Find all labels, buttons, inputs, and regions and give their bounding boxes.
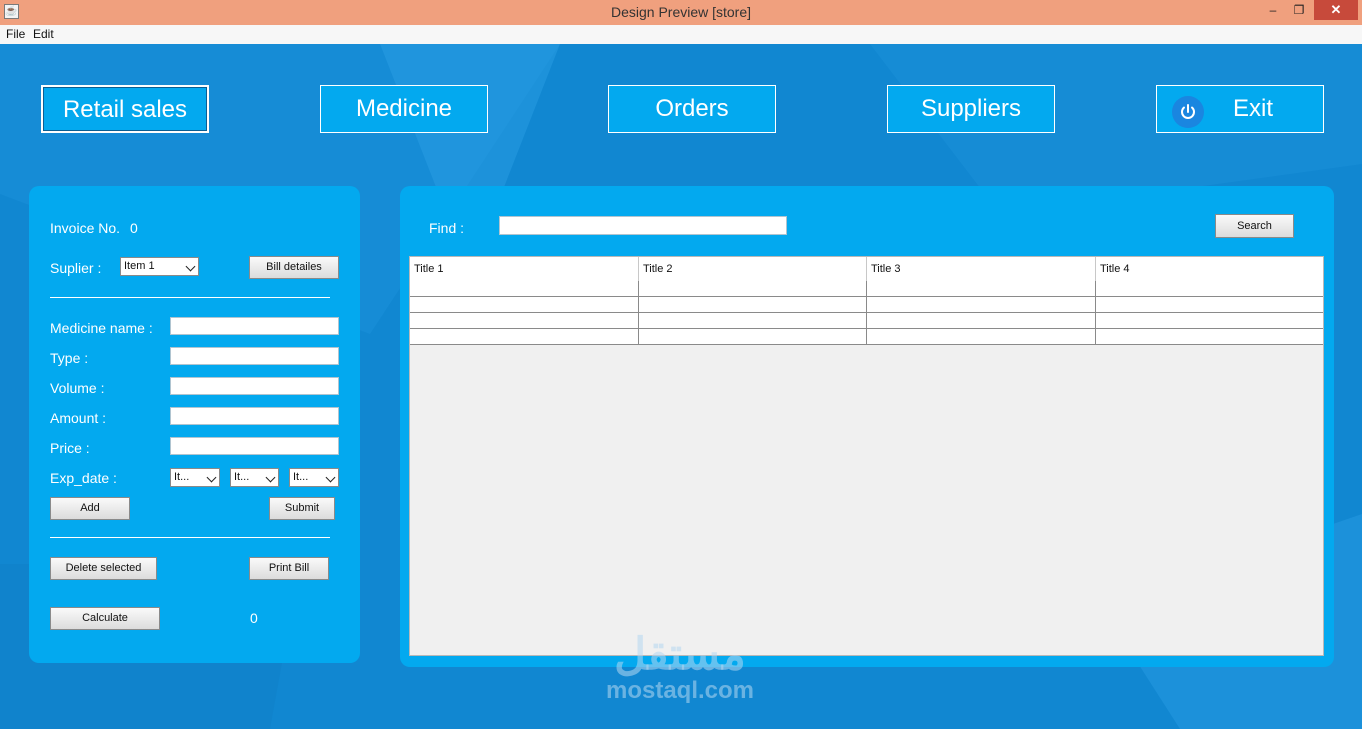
price-label: Price :	[50, 440, 90, 456]
nav-orders-button[interactable]: Orders	[608, 85, 776, 133]
invoice-label: Invoice No.	[50, 220, 121, 236]
chevron-down-icon	[325, 472, 336, 483]
type-label: Type :	[50, 350, 89, 366]
exit-label: Exit	[1233, 95, 1274, 122]
column-header[interactable]: Title 3	[867, 257, 1096, 281]
invoice-panel: Invoice No. 0 Suplier : Item 1 Bill deta…	[29, 186, 360, 663]
divider	[50, 537, 330, 538]
medicine-name-label: Medicine name :	[50, 320, 153, 336]
table-row[interactable]	[410, 297, 1323, 313]
table-cell[interactable]	[867, 297, 1096, 312]
exp-day-value: It...	[174, 471, 190, 483]
nav-medicine-button[interactable]: Medicine	[320, 85, 488, 133]
amount-label: Amount :	[50, 410, 107, 426]
supplier-select[interactable]: Item 1	[120, 257, 199, 276]
search-panel: Find : Search Title 1 Title 2 Title 3 Ti…	[400, 186, 1334, 667]
table-row[interactable]	[410, 313, 1323, 329]
title-bar: ☕ Design Preview [store] – ❐ ✕	[0, 0, 1362, 25]
supplier-select-value: Item 1	[124, 260, 155, 272]
table-cell[interactable]	[639, 329, 867, 344]
table-cell[interactable]	[1096, 313, 1323, 328]
exp-date-label: Exp_date :	[50, 470, 117, 486]
medicine-name-field[interactable]	[170, 317, 339, 335]
chevron-down-icon	[265, 472, 276, 483]
supplier-label: Suplier :	[50, 260, 102, 276]
table-cell[interactable]	[639, 297, 867, 312]
table-cell[interactable]	[410, 329, 639, 344]
power-icon	[1172, 96, 1204, 128]
table-cell[interactable]	[867, 281, 1096, 296]
volume-label: Volume :	[50, 380, 105, 396]
table-cell[interactable]	[639, 281, 867, 296]
menu-file[interactable]: File	[6, 27, 25, 41]
table-cell[interactable]	[410, 313, 639, 328]
exp-day-select[interactable]: It...	[170, 468, 220, 487]
table-header: Title 1 Title 2 Title 3 Title 4	[410, 257, 1323, 282]
chevron-down-icon	[206, 472, 217, 483]
delete-selected-button[interactable]: Delete selected	[50, 557, 157, 580]
column-header[interactable]: Title 2	[639, 257, 867, 281]
calculate-button[interactable]: Calculate	[50, 607, 160, 630]
amount-field[interactable]	[170, 407, 339, 425]
results-table: Title 1 Title 2 Title 3 Title 4	[409, 256, 1324, 656]
exp-month-value: It...	[234, 471, 250, 483]
chevron-down-icon	[185, 261, 196, 272]
column-header[interactable]: Title 4	[1096, 257, 1323, 281]
nav-exit-button[interactable]: Exit	[1156, 85, 1324, 133]
search-button[interactable]: Search	[1215, 214, 1294, 238]
add-button[interactable]: Add	[50, 497, 130, 520]
find-label: Find :	[429, 220, 465, 236]
table-cell[interactable]	[867, 329, 1096, 344]
nav-suppliers-button[interactable]: Suppliers	[887, 85, 1055, 133]
column-header[interactable]: Title 1	[410, 257, 639, 281]
calculate-result: 0	[250, 610, 258, 626]
menu-bar: File Edit	[0, 25, 1362, 44]
maximize-button[interactable]: ❐	[1288, 0, 1310, 20]
table-cell[interactable]	[867, 313, 1096, 328]
find-input[interactable]	[499, 216, 787, 235]
table-cell[interactable]	[1096, 329, 1323, 344]
table-cell[interactable]	[410, 297, 639, 312]
table-cell[interactable]	[639, 313, 867, 328]
watermark-arabic: مستقل	[614, 630, 746, 679]
bill-details-button[interactable]: Bill detailes	[249, 256, 339, 279]
close-button[interactable]: ✕	[1314, 0, 1358, 20]
invoice-number: 0	[130, 220, 138, 236]
window-title: Design Preview [store]	[610, 4, 752, 20]
exp-year-value: It...	[293, 471, 309, 483]
main-canvas: Retail sales Medicine Orders Suppliers E…	[0, 44, 1362, 729]
type-field[interactable]	[170, 347, 339, 365]
watermark-latin: mostaql.com	[605, 677, 755, 704]
price-field[interactable]	[170, 437, 339, 455]
table-cell[interactable]	[1096, 281, 1323, 296]
watermark: مستقل mostaql.com	[580, 632, 780, 704]
volume-field[interactable]	[170, 377, 339, 395]
table-cell[interactable]	[1096, 297, 1323, 312]
menu-edit[interactable]: Edit	[33, 27, 54, 41]
nav-retail-sales-button[interactable]: Retail sales	[41, 85, 209, 133]
exp-month-select[interactable]: It...	[230, 468, 279, 487]
table-row[interactable]	[410, 281, 1323, 297]
exp-year-select[interactable]: It...	[289, 468, 339, 487]
minimize-button[interactable]: –	[1262, 0, 1284, 20]
table-row[interactable]	[410, 329, 1323, 345]
divider	[50, 297, 330, 298]
print-bill-button[interactable]: Print Bill	[249, 557, 329, 580]
submit-button[interactable]: Submit	[269, 497, 335, 520]
table-cell[interactable]	[410, 281, 639, 296]
